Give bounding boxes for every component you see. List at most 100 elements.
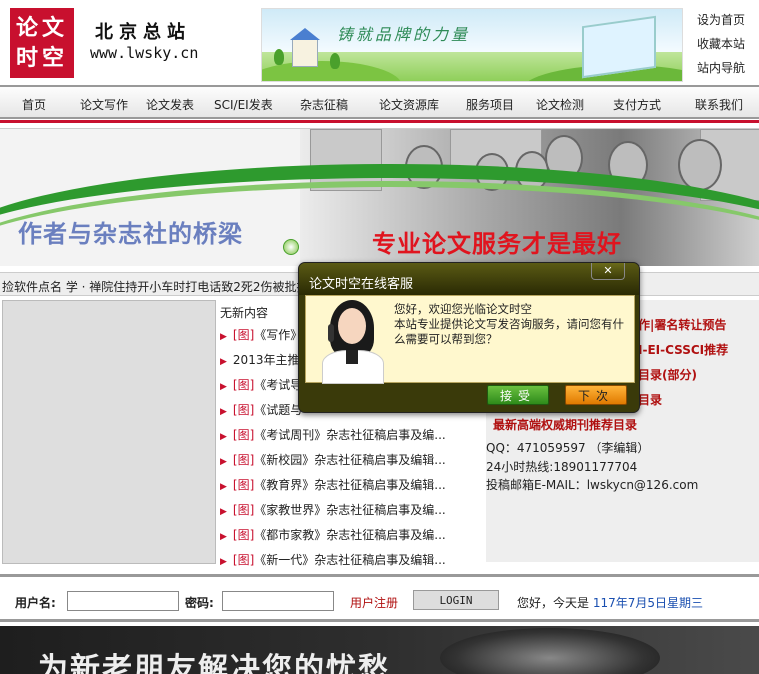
list-item[interactable]: ▶ [图]《新一代》杂志社征稿启事及编辑...	[220, 551, 446, 568]
agent-avatar	[310, 296, 390, 384]
chat-popup: 论文时空在线客服 ✕ 您好，欢迎您光临论文时空 本站专业提供论文写发咨询服务，请…	[298, 262, 640, 413]
close-icon[interactable]: ✕	[591, 263, 625, 280]
right-link[interactable]: 目录	[638, 391, 662, 408]
bottom-banner: 为新老朋友解决您的忧愁	[0, 626, 759, 674]
image-tag: [图]	[232, 478, 255, 492]
hotline-info: 24小时热线:18901177704	[486, 460, 638, 474]
nav-item-home[interactable]: 首页	[22, 96, 46, 113]
site-nav-link[interactable]: 站内导航	[697, 56, 745, 80]
arrow-right-icon: ▶	[220, 532, 227, 542]
hero-right-slogan: 专业论文服务才是最好	[372, 229, 622, 258]
arrow-right-icon: ▶	[220, 407, 227, 417]
login-button[interactable]: LOGIN	[413, 590, 499, 610]
right-link[interactable]: I-EI-CSSCI推荐	[638, 341, 728, 358]
list-item-title[interactable]: 《教育界》杂志社征稿启事及编辑...	[254, 478, 445, 492]
nav-item-check[interactable]: 论文检测	[536, 96, 584, 113]
password-input[interactable]	[222, 591, 334, 611]
list-item-title[interactable]: 《新一代》杂志社征稿启事及编辑...	[254, 553, 445, 567]
right-link[interactable]: 目录(部分)	[638, 366, 697, 383]
list-item-title[interactable]: 《试题与	[254, 403, 302, 417]
greeting-label: 您好，今天是	[517, 596, 590, 610]
chat-body: 您好，欢迎您光临论文时空 本站专业提供论文写发咨询服务，请问您有什么需要可以帮到…	[305, 295, 635, 384]
image-tag: [图]	[232, 403, 255, 417]
list-item-title[interactable]: 《都市家教》杂志社征稿启事及编...	[254, 528, 445, 542]
list-item[interactable]: ▶ [图]《考试导	[220, 376, 302, 393]
image-tag: [图]	[232, 378, 255, 392]
right-link[interactable]: 最新高端权威期刊推荐目录	[493, 416, 637, 433]
arrow-right-icon: ▶	[220, 557, 227, 567]
nav-item-contact[interactable]: 联系我们	[695, 96, 743, 113]
nav-item-sci-ei[interactable]: SCI/EI发表	[214, 96, 273, 113]
list-item[interactable]: ▶ [图]《写作》	[220, 326, 302, 343]
image-tag: [图]	[232, 328, 255, 342]
nav-item-resources[interactable]: 论文资源库	[379, 96, 439, 113]
list-item-title[interactable]: 《写作》	[254, 328, 302, 342]
site-name: 北京总站	[95, 22, 191, 43]
set-homepage-link[interactable]: 设为首页	[697, 8, 745, 32]
accept-button[interactable]: 接受	[487, 385, 549, 405]
arrow-right-icon: ▶	[220, 357, 227, 367]
list-item[interactable]: ▶ [图]《试题与	[220, 401, 302, 418]
image-tag: [图]	[232, 503, 255, 517]
email-info: 投稿邮箱E-MAIL：lwskycn@126.com	[486, 478, 699, 492]
list-item[interactable]: ▶ [图]《都市家教》杂志社征稿启事及编...	[220, 526, 446, 543]
list-item-title[interactable]: 2013年主推	[233, 353, 300, 367]
list-item-title[interactable]: 《新校园》杂志社征稿启事及编辑...	[254, 453, 445, 467]
list-item[interactable]: ▶ [图]《教育界》杂志社征稿启事及编辑...	[220, 476, 446, 493]
register-link[interactable]: 用户注册	[350, 594, 398, 611]
green-dot-icon	[283, 239, 299, 255]
eye-image	[440, 628, 660, 674]
nav-item-publish[interactable]: 论文发表	[146, 96, 194, 113]
greeting-text: 您好，今天是 117年7月5日星期三	[517, 594, 703, 611]
headset-icon	[328, 324, 334, 342]
bookmark-link[interactable]: 收藏本站	[697, 32, 745, 56]
top-banner-image[interactable]: 铸就品牌的力量	[261, 8, 683, 82]
window-illustration	[582, 15, 656, 79]
list-item[interactable]: ▶ [图]《新校园》杂志社征稿启事及编辑...	[220, 451, 446, 468]
list-item[interactable]: ▶ [图]《考试周刊》杂志社征稿启事及编...	[220, 426, 446, 443]
tree-illustration	[274, 49, 284, 65]
logo-line-1: 论文	[15, 15, 68, 41]
main-nav: 首页 论文写作 论文发表 SCI/EI发表 杂志征稿 论文资源库 服务项目 论文…	[0, 85, 759, 119]
password-label: 密码:	[185, 596, 214, 610]
arrow-right-icon: ▶	[220, 482, 227, 492]
list-item-title[interactable]: 《家教世界》杂志社征稿启事及编...	[254, 503, 445, 517]
list-item-title[interactable]: 《考试导	[254, 378, 302, 392]
image-tag: [图]	[232, 453, 255, 467]
username-input[interactable]	[67, 591, 179, 611]
right-link[interactable]: 作|署名转让预告	[638, 316, 726, 333]
login-bar: 用户名: 密码: 用户注册 LOGIN 您好，今天是 117年7月5日星期三	[0, 574, 759, 622]
list-item[interactable]: ▶ 2013年主推	[220, 351, 299, 368]
avatar-tie	[346, 350, 358, 364]
site-url: www.lwsky.cn	[90, 44, 199, 62]
list-item[interactable]: ▶ [图]《家教世界》杂志社征稿启事及编...	[220, 501, 446, 518]
arrow-right-icon: ▶	[220, 457, 227, 467]
image-tag: [图]	[232, 528, 255, 542]
image-tag: [图]	[232, 553, 255, 567]
chat-titlebar[interactable]: 论文时空在线客服 ✕	[299, 263, 639, 295]
nav-item-services[interactable]: 服务项目	[466, 96, 514, 113]
house-illustration	[290, 28, 320, 67]
nav-item-writing[interactable]: 论文写作	[80, 96, 128, 113]
arrow-right-icon: ▶	[220, 382, 227, 392]
avatar-face	[338, 308, 366, 344]
top-links: 设为首页 收藏本站 站内导航	[697, 8, 745, 80]
left-panel	[2, 300, 216, 564]
arrow-right-icon: ▶	[220, 332, 227, 342]
logo-line-2: 时空	[15, 45, 68, 71]
ticker-text[interactable]: 捡软件点名 学 · 禅院住持开小车时打电话致2死2伤被批捕	[2, 278, 309, 295]
qq-info: QQ：471059597 （李编辑）	[486, 441, 650, 455]
list-header: 无新内容	[220, 306, 269, 320]
site-logo[interactable]: 论文 时空	[10, 8, 74, 78]
next-time-button[interactable]: 下次	[565, 385, 627, 405]
chat-title: 论文时空在线客服	[309, 277, 414, 292]
nav-item-payment[interactable]: 支付方式	[613, 96, 661, 113]
list-item-title[interactable]: 《考试周刊》杂志社征稿启事及编...	[254, 428, 445, 442]
banner-slogan: 铸就品牌的力量	[337, 25, 471, 44]
hero-left-slogan: 作者与杂志社的桥梁	[18, 219, 243, 248]
image-tag: [图]	[232, 428, 255, 442]
date-text: 117年7月5日星期三	[592, 596, 704, 610]
bottom-banner-text: 为新老朋友解决您的忧愁	[38, 652, 390, 674]
nav-item-call-for-papers[interactable]: 杂志征稿	[300, 96, 348, 113]
username-label: 用户名:	[15, 596, 56, 610]
